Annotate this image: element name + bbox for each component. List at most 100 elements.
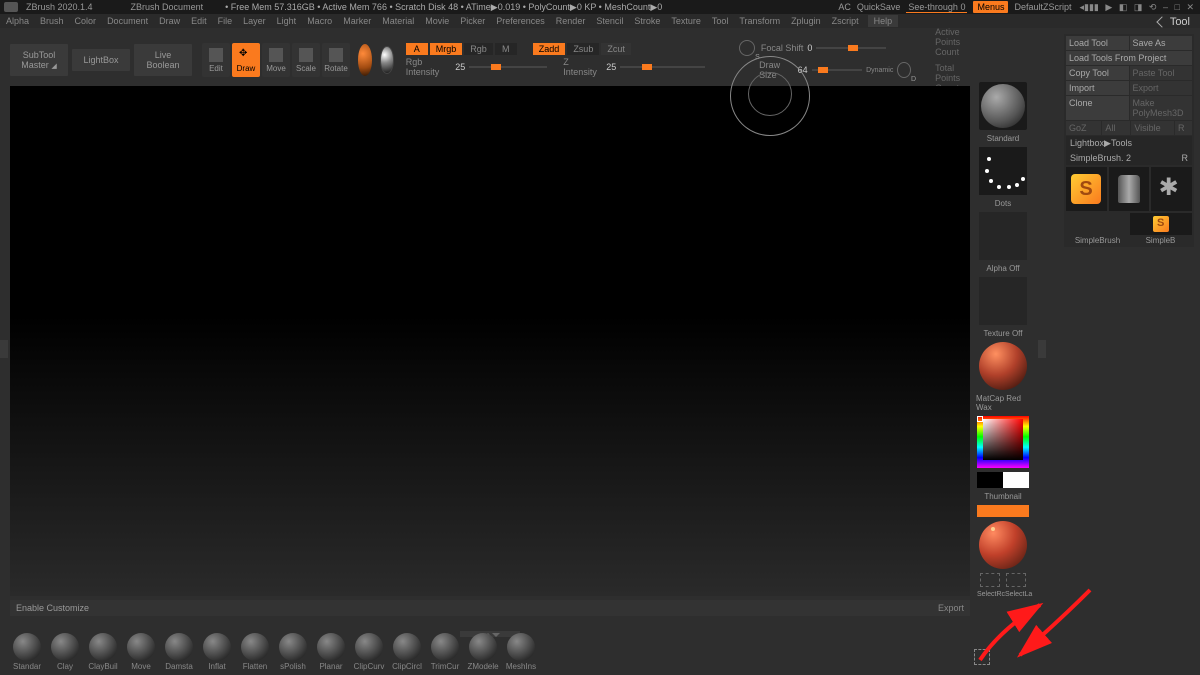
goz-visible-button[interactable]: Visible: [1131, 121, 1174, 135]
menu-brush[interactable]: Brush: [38, 16, 66, 26]
tool-simplebrush-mini[interactable]: [1130, 213, 1192, 235]
export-tool-button[interactable]: Export: [1130, 81, 1193, 95]
material-preview[interactable]: [979, 342, 1027, 390]
menu-draw[interactable]: Draw: [157, 16, 182, 26]
select-lasso-icon[interactable]: [1006, 573, 1026, 587]
menu-light[interactable]: Light: [275, 16, 299, 26]
brush-planar[interactable]: Planar: [314, 633, 348, 671]
menu-zplugin[interactable]: Zplugin: [789, 16, 823, 26]
brush-inflate[interactable]: Inflat: [200, 633, 234, 671]
draw-size-slider[interactable]: [812, 69, 862, 71]
brush-damstandard[interactable]: Damsta: [162, 633, 196, 671]
material-ball-icon[interactable]: [358, 44, 372, 76]
mode-draw-button[interactable]: ✥Draw: [232, 43, 260, 77]
brush-zmodeler[interactable]: ZModele: [466, 633, 500, 671]
brush-clipcurve[interactable]: ClipCurv: [352, 633, 386, 671]
brush-claybuild[interactable]: ClayBuil: [86, 633, 120, 671]
mode-edit-button[interactable]: Edit: [202, 43, 230, 77]
goz-r-button[interactable]: R: [1175, 121, 1192, 135]
m-chip[interactable]: M: [495, 43, 517, 55]
tool-cylinder[interactable]: [1109, 167, 1150, 211]
menu-tool[interactable]: Tool: [710, 16, 731, 26]
document-name[interactable]: ZBrush Document: [131, 2, 204, 12]
brush-clipcircle[interactable]: ClipCircl: [390, 633, 424, 671]
menu-preferences[interactable]: Preferences: [494, 16, 547, 26]
a-chip[interactable]: A: [406, 43, 428, 55]
right-tray-handle[interactable]: [1038, 340, 1046, 358]
menu-edit[interactable]: Edit: [189, 16, 209, 26]
paste-tool-button[interactable]: Paste Tool: [1130, 66, 1193, 80]
menu-picker[interactable]: Picker: [458, 16, 487, 26]
menu-help[interactable]: Help: [868, 15, 899, 27]
menu-file[interactable]: File: [216, 16, 235, 26]
menu-layer[interactable]: Layer: [241, 16, 268, 26]
copy-tool-button[interactable]: Copy Tool: [1066, 66, 1129, 80]
menu-color[interactable]: Color: [73, 16, 99, 26]
texture-preview[interactable]: [979, 277, 1027, 325]
focal-ring-icon[interactable]: S: [739, 40, 755, 56]
zsub-chip[interactable]: Zsub: [567, 43, 599, 55]
zadd-chip[interactable]: Zadd: [533, 43, 566, 55]
enable-customize-button[interactable]: Enable Customize: [16, 603, 89, 613]
left-tray-handle[interactable]: [0, 340, 8, 358]
brush-clay[interactable]: Clay: [48, 633, 82, 671]
save-as-button[interactable]: Save As: [1130, 36, 1193, 50]
select-rect-icon[interactable]: [980, 573, 1000, 587]
gradient-ball-icon[interactable]: [380, 46, 394, 74]
clone-button[interactable]: Clone: [1066, 96, 1129, 120]
brush-meshinsert[interactable]: MeshIns: [504, 633, 538, 671]
default-script[interactable]: DefaultZScript: [1014, 2, 1071, 12]
menu-movie[interactable]: Movie: [423, 16, 451, 26]
brush-flatten[interactable]: Flatten: [238, 633, 272, 671]
brush-standard[interactable]: Standar: [10, 633, 44, 671]
menu-stroke[interactable]: Stroke: [632, 16, 662, 26]
menu-alpha[interactable]: Alpha: [4, 16, 31, 26]
tool-polymesh[interactable]: ✱: [1151, 167, 1192, 211]
export-button[interactable]: Export: [938, 603, 964, 613]
restore-icon[interactable]: ⟲: [1147, 2, 1159, 12]
tool-panel-title[interactable]: Tool: [1158, 16, 1190, 28]
dynamic-chip[interactable]: Dynamic: [866, 67, 893, 74]
quicksave-button[interactable]: QuickSave: [857, 2, 901, 12]
simplebrush-header[interactable]: SimpleBrush. 2R: [1066, 151, 1192, 165]
menu-render[interactable]: Render: [554, 16, 588, 26]
brush-preview[interactable]: [979, 82, 1027, 130]
history-prev-icon[interactable]: ◂▮▮▮: [1078, 2, 1101, 12]
import-button[interactable]: Import: [1066, 81, 1129, 95]
subtool-master-button[interactable]: SubTool Master ◢: [10, 44, 68, 76]
swatch-black[interactable]: [977, 472, 1003, 488]
mrgb-chip[interactable]: Mrgb: [430, 43, 463, 55]
make-polymesh-button[interactable]: Make PolyMesh3D: [1130, 96, 1193, 120]
goz-all-button[interactable]: All: [1102, 121, 1130, 135]
menu-material[interactable]: Material: [380, 16, 416, 26]
menus-button[interactable]: Menus: [973, 1, 1008, 13]
menu-document[interactable]: Document: [105, 16, 150, 26]
stroke-preview[interactable]: [979, 147, 1027, 195]
mode-scale-button[interactable]: Scale: [292, 43, 320, 77]
thumbnail-preview[interactable]: [979, 521, 1027, 569]
load-tool-button[interactable]: Load Tool: [1066, 36, 1129, 50]
menu-zscript[interactable]: Zscript: [830, 16, 861, 26]
brush-move[interactable]: Move: [124, 633, 158, 671]
alpha-preview[interactable]: [979, 212, 1027, 260]
close-icon[interactable]: ✕: [1184, 2, 1196, 12]
history-next-icon[interactable]: ▶: [1103, 2, 1114, 12]
rgb-intensity-slider[interactable]: [469, 66, 547, 68]
silhouette-toggle[interactable]: [977, 505, 1029, 517]
load-from-project-button[interactable]: Load Tools From Project: [1066, 51, 1192, 65]
see-through-slider[interactable]: See-through 0: [906, 2, 967, 13]
color-picker[interactable]: [977, 416, 1029, 468]
menu-stencil[interactable]: Stencil: [594, 16, 625, 26]
layout2-icon[interactable]: ◨: [1132, 2, 1145, 12]
focal-shift-slider[interactable]: [816, 47, 886, 49]
tool-simplebrush[interactable]: [1066, 167, 1107, 211]
rgb-chip[interactable]: Rgb: [464, 43, 493, 55]
minimize-icon[interactable]: –: [1161, 2, 1170, 12]
mode-rotate-button[interactable]: Rotate: [322, 43, 350, 77]
viewport-canvas[interactable]: [10, 86, 970, 596]
brush-trimcurve[interactable]: TrimCur: [428, 633, 462, 671]
layout-icon[interactable]: ◧: [1117, 2, 1130, 12]
dynamic-ring-icon[interactable]: D: [897, 62, 911, 78]
menu-texture[interactable]: Texture: [669, 16, 703, 26]
live-boolean-button[interactable]: Live Boolean: [134, 44, 192, 76]
